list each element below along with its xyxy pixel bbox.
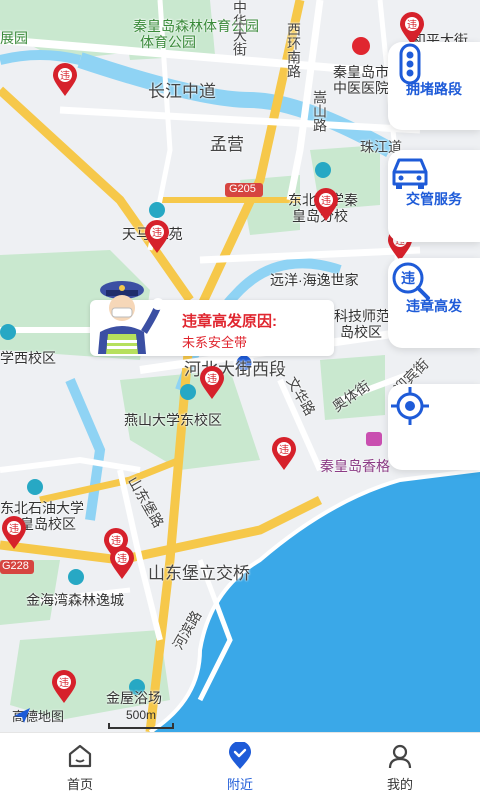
svg-text:违: 违 [321,195,331,207]
svg-text:违: 违 [401,270,415,287]
map-label-jinhai: 金海湾森林逸城 [26,592,124,608]
violation-pin[interactable]: 违 [270,437,298,471]
tooltip-title: 违章高发原因: [182,313,277,330]
tab-mine[interactable]: 我的 [320,733,480,801]
map-scale-label: 500m [125,708,157,722]
violation-pin[interactable]: 违 [312,188,340,222]
tab-nearby-label: 附近 [226,776,253,792]
bottom-tab-bar: 首页 附近 我的 [0,732,480,801]
map-label-xiangge: 秦皇岛香格 [320,458,390,474]
map-label-zhan: 展园 [0,30,28,46]
svg-text:违: 违 [207,373,217,385]
traffic-police-avatar [92,276,168,356]
map-label-tcm-2: 中医医院 [333,80,389,96]
map-label-park-2: 体育公园 [140,34,196,50]
map-scale-bar [108,723,174,729]
svg-text:违: 违 [279,444,289,456]
location-pin-icon [229,741,251,769]
svg-text:违: 违 [152,227,162,239]
map-label-xiqu: 学西校区 [0,350,56,366]
traffic-light-icon [399,43,421,85]
svg-text:违: 违 [60,70,70,82]
violation-hotspot-button[interactable]: 违 违章高发 [388,258,480,348]
svg-text:违: 违 [59,677,69,689]
map-label-g205: G205 [229,183,256,195]
violation-pin[interactable]: 违 [143,220,171,254]
map-label-g228: G228 [2,560,29,572]
tab-home[interactable]: 首页 [0,733,160,801]
navigation-arrow-icon [14,708,30,723]
car-icon [392,158,428,189]
map-label-xihuan: 西环南路 [286,22,302,78]
tooltip-reason: 未系安全带 [182,335,248,350]
home-icon [68,744,92,767]
violation-pin[interactable]: 违 [198,366,226,400]
map-label-keji-2: 岛校区 [340,324,382,340]
tab-nearby[interactable]: 附近 [160,733,320,801]
violation-pin[interactable]: 违 [51,63,79,97]
map-label-songshan: 嵩山路 [312,90,328,132]
amap-logo: 高德地图 [12,706,64,725]
user-icon [388,744,412,768]
violation-pin[interactable]: 违 [50,670,78,704]
map-view[interactable]: 秦皇岛森林体育公园 体育公园 展园 长江中道 西环南路 中华大街 秦皇岛市 中医… [0,0,480,732]
locate-icon [391,387,429,425]
map-label-jinwu: 金屋浴场 [106,690,162,706]
svg-text:违: 违 [9,523,19,535]
map-scale: 500m [108,708,174,729]
svg-text:违: 违 [117,553,127,565]
map-label-zhonghua: 中华大街 [232,0,248,56]
violation-search-icon: 违 [392,262,430,300]
violation-pin[interactable]: 违 [398,12,426,46]
map-label-yanshan: 燕山大学东校区 [124,412,222,428]
map-label-sd-bridge: 山东堡立交桥 [148,564,250,583]
locate-button[interactable] [388,384,480,470]
map-label-yuanyang: 远洋·海逸世家 [270,272,359,288]
map-label-mengying: 孟营 [210,135,244,154]
violation-pin[interactable]: 违 [0,516,28,550]
violation-pin[interactable]: 违 [108,546,136,580]
map-label-changjiang: 长江中道 [148,82,216,101]
traffic-service-button[interactable]: 交管服务 [388,150,480,242]
congestion-button[interactable]: 拥堵路段 [388,42,480,130]
tab-home-label: 首页 [66,776,93,792]
svg-text:违: 违 [407,19,417,31]
tab-mine-label: 我的 [386,776,413,792]
